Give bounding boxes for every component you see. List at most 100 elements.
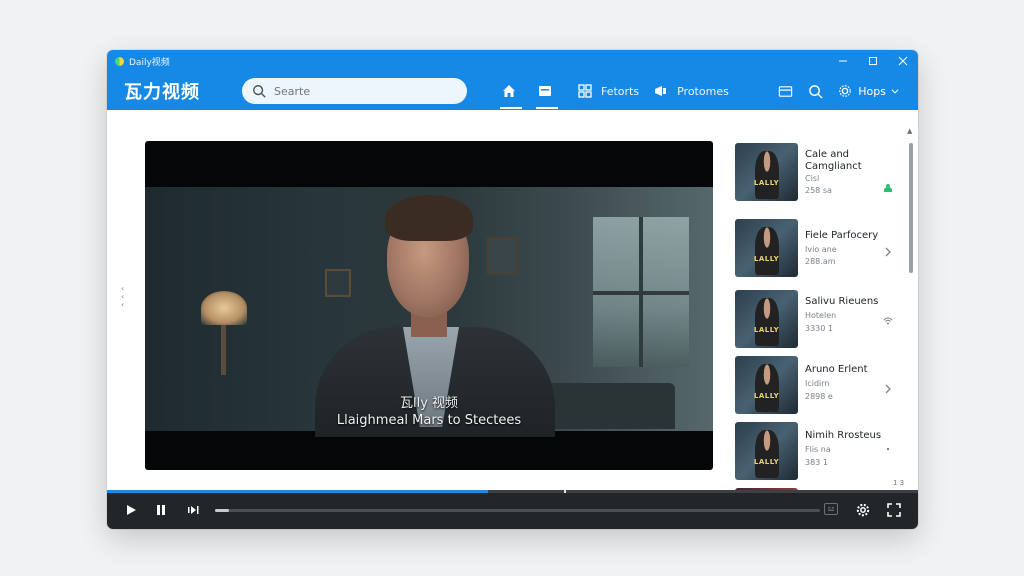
maximize-button[interactable] [858, 50, 888, 72]
grid-icon [578, 84, 592, 98]
top-header: 瓦力视频 Fetorts Protomes [107, 72, 918, 110]
scroll-down-label: 1 3 [893, 479, 905, 487]
fullscreen-button[interactable] [884, 500, 904, 520]
related-views: 288.am [805, 257, 836, 266]
related-item[interactable]: LALLY Salivu Rieuens Hotelen 3330 1 [735, 290, 901, 348]
search-icon [253, 85, 266, 98]
chevron-down-icon [891, 89, 899, 94]
related-item[interactable]: LALLY Cale and Camglianct Cisl 258 sa [735, 143, 901, 201]
related-thumbnail[interactable]: LALLY [735, 356, 798, 414]
captions-button[interactable] [824, 503, 838, 515]
nav-fetorts-label: Fetorts [601, 84, 640, 98]
thumbnail-title: LALLY [753, 458, 780, 466]
related-views: 383 1 [805, 458, 828, 467]
thumbnail-title: LALLY [753, 255, 780, 263]
related-thumbnail[interactable]: LALLY [735, 422, 798, 480]
nav-protomes-label: Protomes [677, 84, 729, 98]
hops-menu[interactable]: Hops [838, 84, 900, 98]
card-icon [778, 85, 792, 97]
related-title: Cale and Camglianct [805, 149, 862, 172]
close-icon [898, 56, 908, 66]
collapse-handle[interactable]: ‹ ‹ ‹ [121, 285, 124, 309]
scroll-up-button[interactable]: ▲ [907, 127, 912, 135]
minimize-button[interactable] [828, 50, 858, 72]
next-button[interactable] [183, 500, 203, 520]
home-icon [503, 85, 515, 97]
subtitle-line-2: Llaighmeal Mars to Stectees [336, 413, 522, 428]
related-item[interactable]: LALLY Aruno Erlent Icidirn 2898 e [735, 356, 901, 414]
thumbnail-title: LALLY [753, 326, 780, 334]
dot-icon [881, 442, 895, 456]
progress-marker [564, 490, 566, 493]
app-icon [115, 56, 124, 66]
search-input[interactable] [272, 83, 452, 99]
fullscreen-icon [887, 503, 901, 517]
related-views: 2898 e [805, 392, 833, 401]
close-button[interactable] [888, 50, 918, 72]
minimize-icon [839, 60, 847, 62]
related-thumbnail[interactable]: LALLY [735, 290, 798, 348]
header-right: Hops [770, 76, 900, 106]
wifi-icon [881, 314, 895, 328]
thumbnail-title: LALLY [753, 179, 780, 187]
thumbnail-title: LALLY [753, 392, 780, 400]
search-button[interactable] [800, 76, 830, 106]
hops-label: Hops [858, 84, 886, 98]
gear-icon [839, 85, 852, 97]
card-button[interactable] [770, 76, 800, 106]
seek-bar[interactable] [215, 509, 820, 512]
related-thumbnail[interactable]: LALLY [735, 219, 798, 277]
scene-lamp-stand [221, 325, 226, 375]
related-thumbnail[interactable]: LALLY [735, 143, 798, 201]
window-controls [828, 50, 918, 72]
chevron-right-icon[interactable] [881, 382, 895, 396]
status-icon [881, 181, 895, 195]
settings-button[interactable] [853, 500, 873, 520]
nav-protomes[interactable]: Protomes [653, 72, 729, 110]
play-icon [127, 505, 136, 515]
chevron-right-icon[interactable] [881, 245, 895, 259]
subtitles: 瓦lly 视频 Llaighmeal Mars to Stectees [145, 395, 713, 429]
app-window: Daily视频 瓦力视频 Searte Fetorts Protomes Hop… [107, 50, 918, 529]
related-channel: Hotelen [805, 311, 837, 320]
maximize-icon [869, 57, 877, 65]
related-videos: LALLY Cale and Camglianct Cisl 258 sa LA… [735, 143, 901, 493]
nav-home[interactable] [491, 72, 527, 110]
scene-lamp [201, 291, 247, 325]
related-channel: Ivio ane [805, 245, 837, 254]
related-views: 258 sa [805, 186, 832, 195]
main-nav: Fetorts Protomes [491, 72, 729, 110]
subtitle-line-1: 瓦lly 视频 [399, 396, 459, 411]
scrollbar-thumb[interactable] [909, 143, 913, 273]
scene-window [593, 217, 689, 367]
main-content: ‹ ‹ ‹ 瓦lly 视频 Llaighmeal Mars to Stectee… [107, 110, 918, 493]
player-controls [107, 490, 918, 529]
app-logo[interactable]: 瓦力视频 [124, 78, 244, 104]
gear-icon [856, 503, 870, 517]
window-title: Daily视频 [129, 57, 170, 68]
related-title: Aruno Erlent [805, 364, 868, 375]
seek-fill [215, 509, 229, 512]
nav-subscriptions[interactable] [527, 72, 563, 110]
progress-fill [107, 490, 489, 493]
pause-icon [157, 505, 165, 515]
inbox-icon [539, 86, 551, 96]
related-title: Salivu Rieuens [805, 296, 879, 307]
pause-button[interactable] [151, 500, 171, 520]
related-views: 3330 1 [805, 324, 833, 333]
megaphone-icon [655, 86, 667, 96]
skip-next-icon [188, 506, 199, 514]
related-item[interactable]: LALLY Fiele Parfocery Ivio ane 288.am [735, 219, 901, 277]
search-icon [808, 84, 823, 99]
related-title: Nimih Rrosteus [805, 430, 882, 441]
video-player[interactable]: 瓦lly 视频 Llaighmeal Mars to Stectees [145, 141, 713, 470]
captions-icon [828, 507, 834, 511]
related-channel: Icidirn [805, 379, 830, 388]
title-bar: Daily视频 [107, 50, 918, 72]
play-button[interactable] [121, 500, 141, 520]
related-item[interactable]: LALLY Nimih Rrosteus Flis na 383 1 [735, 422, 901, 480]
nav-fetorts[interactable]: Fetorts [577, 72, 639, 110]
related-channel: Cisl [805, 174, 820, 183]
related-channel: Flis na [805, 445, 831, 454]
search-box[interactable] [242, 78, 467, 104]
